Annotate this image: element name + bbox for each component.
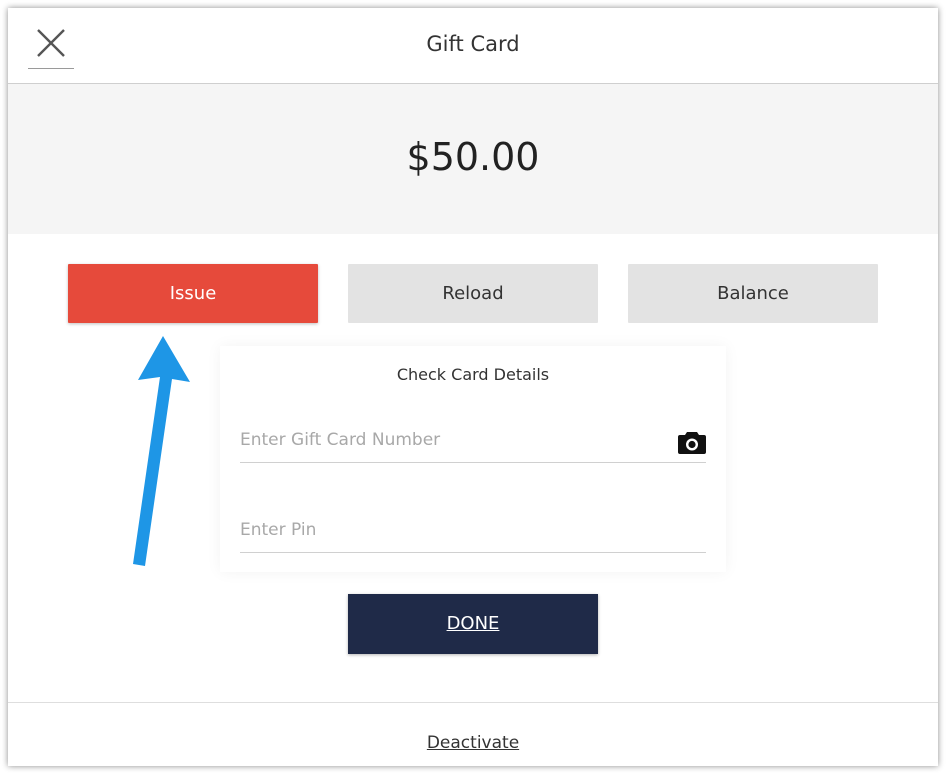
gift-card-number-field xyxy=(240,430,706,463)
dialog-header: Gift Card xyxy=(8,8,938,84)
deactivate-link[interactable]: Deactivate xyxy=(8,733,938,753)
gift-card-amount: $50.00 xyxy=(406,135,540,179)
card-details-panel: Check Card Details xyxy=(220,346,726,572)
reload-tab[interactable]: Reload xyxy=(348,264,598,323)
card-details-title: Check Card Details xyxy=(396,365,550,384)
amount-section: $50.00 xyxy=(8,84,938,234)
gift-card-number-input[interactable] xyxy=(240,430,660,450)
issue-tab[interactable]: Issue xyxy=(68,264,318,323)
camera-icon[interactable] xyxy=(678,430,706,455)
pin-field xyxy=(240,520,706,553)
arrow-up-icon xyxy=(133,336,190,566)
dialog-footer: Deactivate xyxy=(8,702,938,766)
gift-card-dialog: Gift Card $50.00 Issue Reload Balance Ch… xyxy=(8,8,938,766)
done-button[interactable]: DONE xyxy=(348,594,598,654)
balance-tab[interactable]: Balance xyxy=(628,264,878,323)
pin-input[interactable] xyxy=(240,520,660,540)
dialog-title: Gift Card xyxy=(426,32,520,56)
